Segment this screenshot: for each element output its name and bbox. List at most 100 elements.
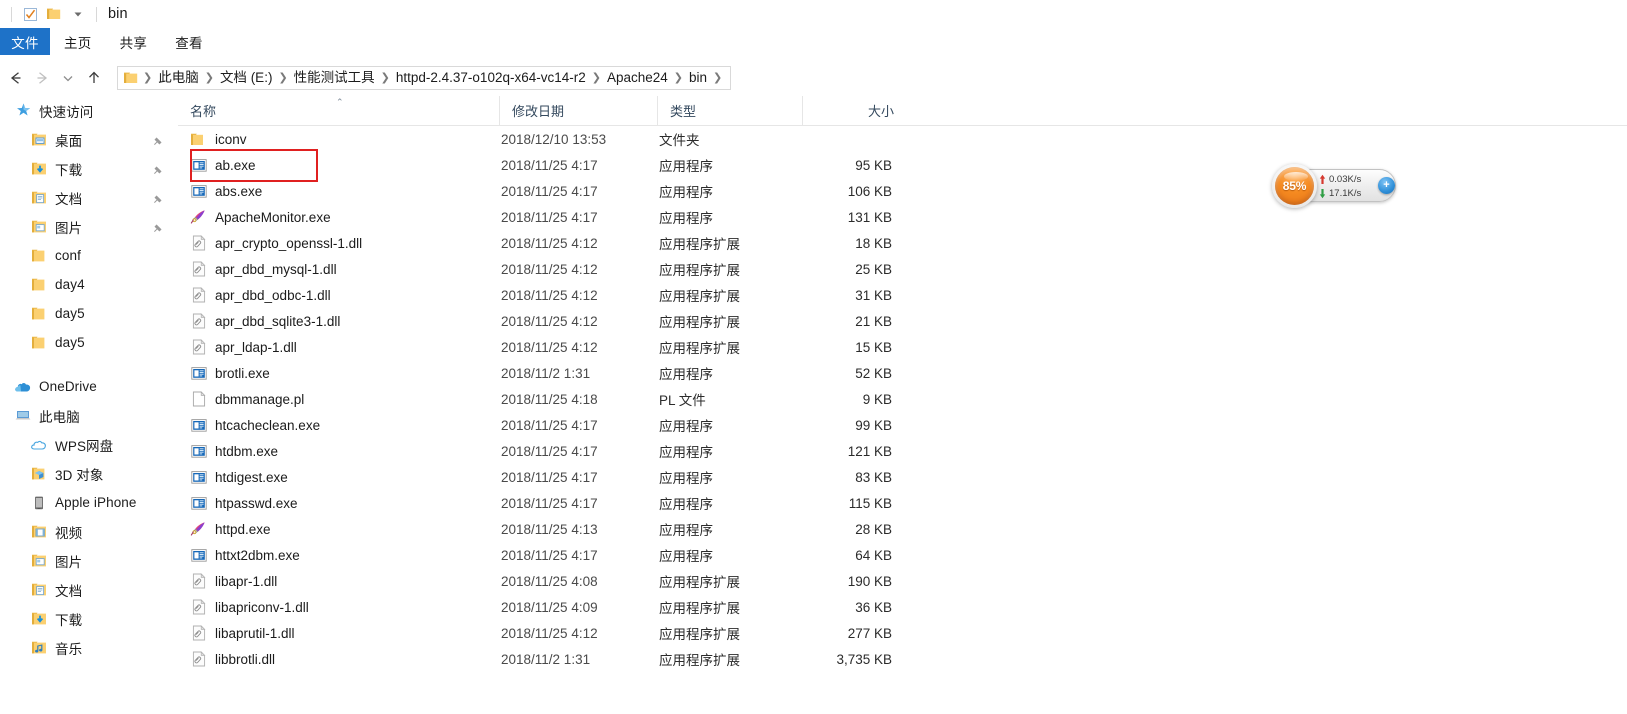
file-name-cell[interactable]: apr_dbd_mysql-1.dll	[178, 261, 499, 278]
file-name-cell[interactable]: libaprutil-1.dll	[178, 625, 499, 642]
breadcrumb-separator[interactable]: ❯	[141, 67, 154, 89]
file-name-cell[interactable]: libapr-1.dll	[178, 573, 499, 590]
sidebar-item-documents-pc[interactable]: 文档	[0, 575, 178, 604]
column-header-type[interactable]: 类型	[657, 96, 802, 125]
tab-view[interactable]: 查看	[161, 28, 217, 55]
cpu-gauge[interactable]: 85%	[1272, 164, 1317, 208]
file-name-cell[interactable]: htdbm.exe	[178, 443, 499, 460]
sidebar-item-documents[interactable]: 文档	[0, 183, 178, 212]
sidebar-group-this-pc[interactable]: 此电脑	[0, 401, 178, 430]
sidebar-item-apple-iphone[interactable]: Apple iPhone	[0, 488, 178, 517]
column-header-name[interactable]: 名称 ⌃	[178, 96, 499, 125]
tab-file[interactable]: 文件	[0, 28, 50, 55]
pin-icon[interactable]	[152, 221, 164, 233]
table-row[interactable]: libaprutil-1.dll 2018/11/25 4:12 应用程序扩展 277…	[178, 620, 1627, 646]
table-row[interactable]: apr_dbd_sqlite3-1.dll 2018/11/25 4:12 应用程序…	[178, 308, 1627, 334]
expand-badge-button[interactable]: +	[1378, 177, 1395, 194]
table-row[interactable]: ApacheMonitor.exe 2018/11/25 4:17 应用程序 131 …	[178, 204, 1627, 230]
breadcrumb-separator[interactable]: ❯	[276, 67, 289, 89]
breadcrumb-httpd[interactable]: httpd-2.4.37-o102q-x64-vc14-r2	[392, 67, 590, 89]
table-row[interactable]: htdigest.exe 2018/11/25 4:17 应用程序 83 KB	[178, 464, 1627, 490]
breadcrumb-documents-e[interactable]: 文档 (E:)	[216, 67, 277, 89]
breadcrumb-apache24[interactable]: Apache24	[603, 67, 672, 89]
table-row[interactable]: brotli.exe 2018/11/2 1:31 应用程序 52 KB	[178, 360, 1627, 386]
breadcrumb-separator[interactable]: ❯	[590, 67, 603, 89]
recent-locations-button[interactable]	[55, 65, 81, 91]
folder-icon[interactable]	[43, 3, 65, 25]
file-name-cell[interactable]: httpd.exe	[178, 521, 499, 538]
sidebar-item-3d-objects[interactable]: 3D 对象	[0, 459, 178, 488]
file-name-cell[interactable]: apr_dbd_sqlite3-1.dll	[178, 313, 499, 330]
sidebar-item-desktop[interactable]: 桌面	[0, 125, 178, 154]
exe-icon	[190, 495, 207, 512]
sidebar-item-day5-a[interactable]: day5	[0, 299, 178, 328]
tab-home[interactable]: 主页	[50, 28, 106, 55]
sidebar-item-music[interactable]: 音乐	[0, 633, 178, 662]
column-header-date[interactable]: 修改日期	[499, 96, 657, 125]
navigation-pane[interactable]: 快速访问 桌面 下载 文档 图片 conf day4 day5 day5 One…	[0, 96, 178, 714]
system-monitor-widget[interactable]: 0.03K/s 17.1K/s 85% +	[1272, 164, 1396, 208]
file-name-cell[interactable]: ApacheMonitor.exe	[178, 209, 499, 226]
table-row[interactable]: htdbm.exe 2018/11/25 4:17 应用程序 121 KB	[178, 438, 1627, 464]
tab-share[interactable]: 共享	[106, 28, 162, 55]
breadcrumb-separator[interactable]: ❯	[379, 67, 392, 89]
table-row[interactable]: libapriconv-1.dll 2018/11/25 4:09 应用程序扩展 36…	[178, 594, 1627, 620]
up-button[interactable]	[81, 65, 107, 91]
table-row[interactable]: abs.exe 2018/11/25 4:17 应用程序 106 KB	[178, 178, 1627, 204]
table-row[interactable]: libbrotli.dll 2018/11/2 1:31 应用程序扩展 3,735 K…	[178, 646, 1627, 672]
file-name-cell[interactable]: apr_ldap-1.dll	[178, 339, 499, 356]
file-name-cell[interactable]: apr_dbd_odbc-1.dll	[178, 287, 499, 304]
table-row[interactable]: libapr-1.dll 2018/11/25 4:08 应用程序扩展 190 KB	[178, 568, 1627, 594]
breadcrumb-separator[interactable]: ❯	[711, 67, 724, 89]
file-name-cell[interactable]: httxt2dbm.exe	[178, 547, 499, 564]
file-name-cell[interactable]: iconv	[178, 131, 499, 148]
table-row[interactable]: dbmmanage.pl 2018/11/25 4:18 PL 文件 9 KB	[178, 386, 1627, 412]
sidebar-item-day5-b[interactable]: day5	[0, 328, 178, 357]
sidebar-item-day4[interactable]: day4	[0, 270, 178, 299]
breadcrumb-separator[interactable]: ❯	[203, 67, 216, 89]
sidebar-item-downloads-pc[interactable]: 下载	[0, 604, 178, 633]
sidebar-item-wps-cloud[interactable]: WPS网盘	[0, 430, 178, 459]
table-row[interactable]: ab.exe 2018/11/25 4:17 应用程序 95 KB	[178, 149, 1627, 182]
breadcrumb-separator[interactable]: ❯	[672, 67, 685, 89]
table-row[interactable]: iconv 2018/12/10 13:53 文件夹	[178, 126, 1627, 152]
table-row[interactable]: httpd.exe 2018/11/25 4:13 应用程序 28 KB	[178, 516, 1627, 542]
breadcrumb-perf-tools[interactable]: 性能测试工具	[290, 67, 379, 89]
sidebar-group-quick-access[interactable]: 快速访问	[0, 96, 178, 125]
breadcrumb-this-pc[interactable]: 此电脑	[154, 67, 203, 89]
file-name-cell[interactable]: apr_crypto_openssl-1.dll	[178, 235, 499, 252]
table-row[interactable]: htcacheclean.exe 2018/11/25 4:17 应用程序 99 KB	[178, 412, 1627, 438]
sidebar-item-onedrive[interactable]: OneDrive	[0, 372, 178, 401]
pin-icon[interactable]	[152, 163, 164, 175]
file-name-cell[interactable]: htpasswd.exe	[178, 495, 499, 512]
file-name-cell[interactable]: htcacheclean.exe	[178, 417, 499, 434]
address-breadcrumb-bar[interactable]: ❯ 此电脑 ❯ 文档 (E:) ❯ 性能测试工具 ❯ httpd-2.4.37-…	[117, 66, 732, 90]
file-name-cell[interactable]: libbrotli.dll	[178, 651, 499, 668]
file-name-cell[interactable]: libapriconv-1.dll	[178, 599, 499, 616]
file-name-cell[interactable]: dbmmanage.pl	[178, 391, 499, 408]
table-row[interactable]: apr_dbd_odbc-1.dll 2018/11/25 4:12 应用程序扩展 3…	[178, 282, 1627, 308]
chevron-down-icon[interactable]	[67, 3, 89, 25]
forward-button[interactable]	[29, 65, 55, 91]
column-header-size[interactable]: 大小	[802, 96, 904, 125]
table-row[interactable]: apr_ldap-1.dll 2018/11/25 4:12 应用程序扩展 15 KB	[178, 334, 1627, 360]
sidebar-item-videos[interactable]: 视频	[0, 517, 178, 546]
sidebar-item-conf[interactable]: conf	[0, 241, 178, 270]
file-name-cell[interactable]: brotli.exe	[178, 365, 499, 382]
file-list-pane[interactable]: 名称 ⌃ 修改日期 类型 大小 iconv 2018/12/10 13:53 文件夹…	[178, 96, 1627, 714]
file-name-cell[interactable]: htdigest.exe	[178, 469, 499, 486]
file-name-cell[interactable]: ab.exe	[178, 157, 499, 174]
table-row[interactable]: httxt2dbm.exe 2018/11/25 4:17 应用程序 64 KB	[178, 542, 1627, 568]
back-button[interactable]	[3, 65, 29, 91]
pin-icon[interactable]	[152, 192, 164, 204]
table-row[interactable]: apr_dbd_mysql-1.dll 2018/11/25 4:12 应用程序扩展…	[178, 256, 1627, 282]
checkbox-checked-icon[interactable]	[19, 3, 41, 25]
file-name-cell[interactable]: abs.exe	[178, 183, 499, 200]
table-row[interactable]: apr_crypto_openssl-1.dll 2018/11/25 4:12 应…	[178, 230, 1627, 256]
sidebar-item-pictures[interactable]: 图片	[0, 212, 178, 241]
table-row[interactable]: htpasswd.exe 2018/11/25 4:17 应用程序 115 KB	[178, 490, 1627, 516]
sidebar-item-pictures-pc[interactable]: 图片	[0, 546, 178, 575]
sidebar-item-downloads[interactable]: 下载	[0, 154, 178, 183]
breadcrumb-bin[interactable]: bin	[685, 67, 711, 89]
pin-icon[interactable]	[152, 134, 164, 146]
